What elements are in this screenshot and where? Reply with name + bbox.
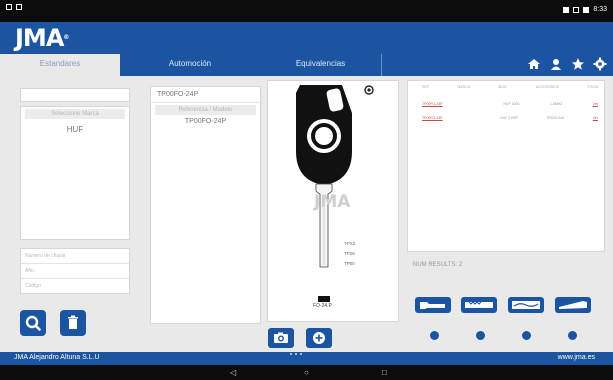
key-preview: JMA TPX2 TP26 TP00 FO-24.P (267, 80, 399, 322)
reference-list-header: Referencia / Modelo (155, 105, 256, 115)
gear-icon[interactable] (593, 57, 607, 71)
key-type-radio-2[interactable] (476, 331, 485, 340)
key-code: FO-24.P (313, 303, 332, 309)
back-icon[interactable]: ◁ (230, 368, 236, 377)
key-type-radio-1[interactable] (430, 331, 439, 340)
key-label-3: TP00 (344, 261, 355, 266)
results-table: REF MARCA MOD. ACCESORIOS FICHA TP00FO-2… (407, 80, 605, 252)
header-icons (527, 57, 607, 71)
plus-circle-icon (313, 332, 325, 344)
key-image: JMA (296, 85, 374, 302)
key-type-button-4[interactable] (555, 297, 591, 313)
star-icon[interactable] (571, 57, 585, 71)
search-icon (25, 315, 41, 331)
company-name: JMA Alejandro Altuna S.L.U (14, 354, 100, 361)
recents-icon[interactable]: □ (382, 368, 387, 377)
year-field[interactable]: Año (21, 264, 129, 279)
clock: 8:33 (593, 6, 607, 13)
trash-icon (68, 315, 78, 329)
brand-list-header: Seleccione Marca (25, 109, 125, 119)
key-profile-icon (465, 301, 493, 308)
home-nav-icon[interactable]: ○ (304, 368, 309, 377)
detail-link[interactable]: Ver (593, 97, 598, 111)
key-type-radio-4[interactable] (568, 331, 577, 340)
camera-button[interactable] (268, 328, 294, 348)
key-profile-icon (512, 301, 540, 309)
reference-list: TP00FO-24P Referencia / Modelo TP00FO-24… (150, 86, 261, 324)
jma-logo: JMA® (15, 24, 69, 52)
table-row[interactable]: TP00FO-24P HUF 3 REF PROG.INA Ver (408, 111, 604, 125)
brand-list: Seleccione Marca HUF (20, 106, 130, 240)
page-indicator (290, 353, 302, 355)
key-type-radio-3[interactable] (522, 331, 531, 340)
key-profile-icon (420, 302, 445, 309)
results-count: NUM RESULTS: 2 (413, 262, 463, 268)
app-footer: JMA Alejandro Altuna S.L.U www.jma.es (0, 352, 613, 365)
user-icon[interactable] (549, 57, 563, 71)
key-label-2: TP26 (344, 251, 355, 256)
key-profile-icon (559, 301, 587, 309)
android-navbar: ◁ ○ □ (0, 365, 613, 380)
tab-bar: Estandares Automoción Equivalencias (0, 54, 613, 76)
app-header: JMA® (0, 22, 613, 54)
key-type-button-2[interactable] (461, 297, 497, 313)
table-row[interactable]: TP00FO-24P HUF 3005 1.8MHZ Ver (408, 97, 604, 111)
reference-item[interactable]: TP00FO-24P (151, 118, 260, 125)
home-icon[interactable] (527, 57, 541, 71)
system-status-bar: 8:33 (0, 0, 613, 22)
key-watermark-logo: JMA (313, 192, 351, 212)
tab-equivalencias[interactable]: Equivalencias (260, 54, 382, 76)
battery-icon (583, 6, 590, 13)
wifi-icon (573, 6, 580, 13)
results-header: REF MARCA MOD. ACCESORIOS FICHA (422, 85, 598, 89)
key-type-button-1[interactable] (415, 297, 451, 313)
brand-item[interactable]: HUF (21, 125, 129, 134)
bluetooth-icon (563, 6, 570, 13)
notification-icon-2 (16, 4, 22, 10)
search-button[interactable] (20, 310, 46, 336)
filter-fields: Numero de chasis Año Código (20, 248, 130, 294)
detail-link[interactable]: Ver (593, 111, 598, 125)
add-button[interactable] (306, 328, 332, 348)
website-link[interactable]: www.jma.es (558, 354, 595, 361)
tab-automocion[interactable]: Automoción (120, 54, 260, 76)
brand-search-input[interactable] (20, 88, 130, 102)
chassis-field[interactable]: Numero de chasis (21, 249, 129, 264)
key-label-1: TPX2 (344, 241, 356, 246)
selected-reference[interactable]: TP00FO-24P (151, 87, 260, 103)
camera-icon (274, 332, 288, 343)
code-field[interactable]: Código (21, 279, 129, 294)
tab-estandares[interactable]: Estandares (0, 54, 120, 76)
delete-button[interactable] (60, 310, 86, 336)
key-type-button-3[interactable] (508, 297, 544, 313)
notification-icon (6, 4, 12, 10)
